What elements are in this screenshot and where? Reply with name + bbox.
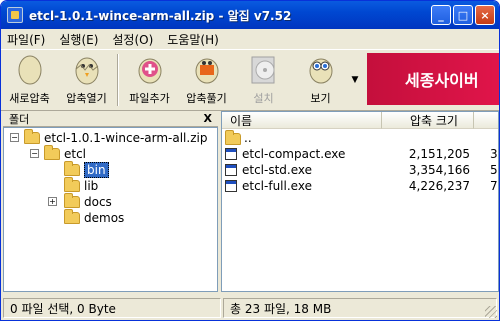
folder-icon bbox=[64, 209, 80, 224]
window-title: etcl-1.0.1-wince-arm-all.zip - 알집 v7.52 bbox=[29, 8, 292, 23]
tree-item-archive[interactable]: etcl-1.0.1-wince-arm-all.zip bbox=[24, 129, 208, 146]
tree-item-lib[interactable]: lib bbox=[64, 177, 99, 194]
view-label: 보기 bbox=[310, 92, 331, 105]
toolbar-separator bbox=[117, 54, 119, 106]
folder-pane-header: 폴더 X bbox=[3, 111, 218, 127]
file-name: .. bbox=[244, 131, 252, 145]
ad-banner[interactable]: 세종사이버 bbox=[367, 53, 499, 105]
file-compressed-size: 3,354,166 bbox=[408, 163, 470, 177]
status-selection: 0 파일 선택, 0 Byte bbox=[3, 298, 221, 318]
file-extra: 5 bbox=[490, 163, 498, 177]
hatching-egg-icon bbox=[72, 53, 102, 85]
file-name: etcl-compact.exe bbox=[242, 147, 346, 161]
tree-item-etcl[interactable]: etcl bbox=[44, 145, 87, 162]
file-compressed-size: 2,151,205 bbox=[408, 147, 470, 161]
file-name: etcl-std.exe bbox=[242, 163, 313, 177]
open-zip-button[interactable]: 압축열기 bbox=[58, 50, 115, 110]
file-compressed-size: 4,226,237 bbox=[408, 179, 470, 193]
folder-icon bbox=[44, 145, 60, 160]
view-icon bbox=[306, 53, 336, 85]
close-button[interactable]: × bbox=[475, 5, 495, 25]
parent-folder-icon bbox=[225, 130, 241, 145]
exe-file-icon bbox=[225, 148, 237, 160]
column-header-compressed-size[interactable]: 압축 크기 bbox=[382, 112, 474, 129]
menu-settings[interactable]: 설정(O) bbox=[112, 31, 153, 48]
title-bar[interactable]: etcl-1.0.1-wince-arm-all.zip - 알집 v7.52 … bbox=[1, 1, 499, 29]
exe-file-icon bbox=[225, 180, 237, 192]
file-extra: 7 bbox=[490, 179, 498, 193]
file-row[interactable]: etcl-compact.exe 2,151,205 3 bbox=[222, 146, 498, 162]
file-list[interactable]: 이름 압축 크기 .. etcl-compact.exe 2,151,205 3… bbox=[221, 111, 499, 292]
folder-icon bbox=[64, 177, 80, 192]
exe-file-icon bbox=[225, 164, 237, 176]
file-extra: 3 bbox=[490, 147, 498, 161]
tree-label: docs bbox=[84, 195, 112, 209]
file-row[interactable]: etcl-std.exe 3,354,166 5 bbox=[222, 162, 498, 178]
minimize-button[interactable]: _ bbox=[431, 5, 451, 25]
tree-label-selected: bin bbox=[84, 162, 109, 178]
tree-item-demos[interactable]: demos bbox=[64, 209, 125, 226]
egg-icon bbox=[15, 53, 45, 85]
add-files-label: 파일추가 bbox=[129, 92, 170, 105]
maximize-button[interactable]: □ bbox=[453, 5, 473, 25]
tree-label: etcl-1.0.1-wince-arm-all.zip bbox=[44, 131, 208, 145]
toolbar: 새로압축 압축열기 파일추가 압축풀기 설치 보기 ▼ 세종사이버 bbox=[1, 49, 499, 111]
add-files-button[interactable]: 파일추가 bbox=[121, 50, 178, 110]
column-header-extra[interactable] bbox=[474, 112, 498, 129]
tree-expand-toggle[interactable]: + bbox=[48, 197, 57, 206]
menu-bar: 파일(F) 실행(E) 설정(O) 도움말(H) bbox=[1, 29, 499, 49]
extract-label: 압축풀기 bbox=[186, 92, 227, 105]
alzip-app-icon bbox=[7, 7, 23, 23]
tree-item-bin[interactable]: bin bbox=[64, 161, 109, 178]
add-files-icon bbox=[135, 53, 165, 85]
toolbar-more-dropdown[interactable]: ▼ bbox=[349, 50, 361, 110]
file-row[interactable]: etcl-full.exe 4,226,237 7 bbox=[222, 178, 498, 194]
tree-label: demos bbox=[84, 211, 125, 225]
menu-run[interactable]: 실행(E) bbox=[59, 31, 98, 48]
resize-grip-icon[interactable] bbox=[485, 306, 497, 318]
view-button[interactable]: 보기 bbox=[292, 50, 349, 110]
tree-label: etcl bbox=[64, 147, 87, 161]
folder-icon bbox=[64, 193, 80, 208]
extract-button[interactable]: 압축풀기 bbox=[178, 50, 235, 110]
folder-pane-title: 폴더 bbox=[9, 112, 30, 126]
status-bar: 0 파일 선택, 0 Byte 총 23 파일, 18 MB bbox=[1, 296, 499, 320]
install-label: 설치 bbox=[253, 92, 274, 105]
tree-item-docs[interactable]: docs bbox=[64, 193, 112, 210]
install-disc-icon bbox=[249, 53, 279, 85]
status-total: 총 23 파일, 18 MB bbox=[223, 298, 497, 318]
folder-icon bbox=[24, 129, 40, 144]
tree-label: lib bbox=[84, 179, 99, 193]
new-zip-button[interactable]: 새로압축 bbox=[1, 50, 58, 110]
file-row[interactable]: .. bbox=[222, 130, 498, 146]
menu-file[interactable]: 파일(F) bbox=[7, 31, 45, 48]
tree-collapse-toggle[interactable]: − bbox=[10, 133, 19, 142]
install-button[interactable]: 설치 bbox=[235, 50, 292, 110]
open-folder-icon bbox=[64, 161, 80, 176]
menu-help[interactable]: 도움말(H) bbox=[167, 31, 219, 48]
column-header-name[interactable]: 이름 bbox=[222, 112, 382, 129]
new-zip-label: 새로압축 bbox=[9, 92, 50, 105]
extract-icon bbox=[192, 53, 222, 85]
tree-collapse-toggle[interactable]: − bbox=[30, 149, 39, 158]
file-name: etcl-full.exe bbox=[242, 179, 312, 193]
folder-tree[interactable]: − etcl-1.0.1-wince-arm-all.zip − etcl bi… bbox=[3, 127, 218, 292]
folder-pane-close-button[interactable]: X bbox=[204, 112, 212, 125]
app-window: etcl-1.0.1-wince-arm-all.zip - 알집 v7.52 … bbox=[0, 0, 500, 321]
open-zip-label: 압축열기 bbox=[66, 92, 107, 105]
